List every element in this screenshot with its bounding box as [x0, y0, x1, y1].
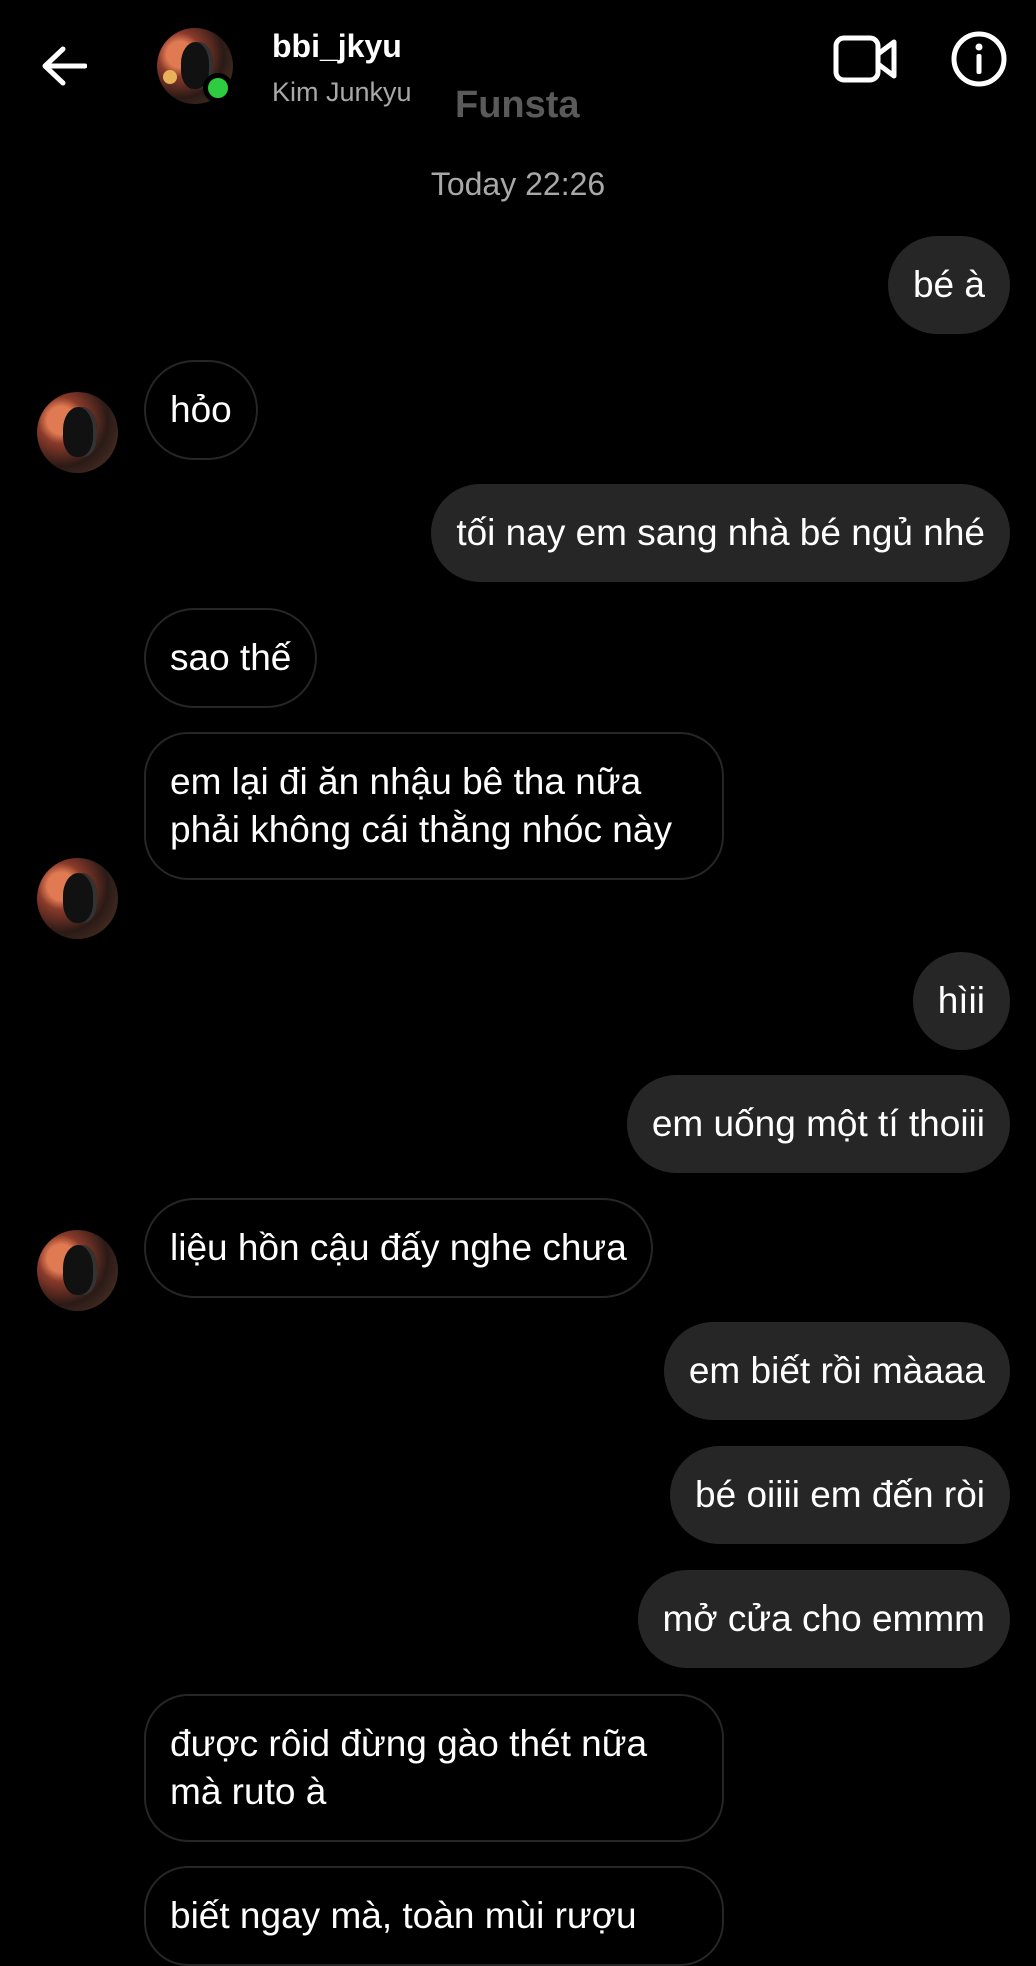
message-bubble-incoming[interactable]: sao thế	[144, 608, 318, 708]
message-bubble-outgoing[interactable]: em biết rồi màaaa	[663, 1322, 1010, 1420]
message-bubble-outgoing[interactable]: tối nay em sang nhà bé ngủ nhé	[431, 484, 1010, 582]
conversation-timestamp: Today 22:26	[430, 166, 606, 202]
online-status-dot	[203, 73, 233, 103]
message-bubble-outgoing[interactable]: bé oiiii em đến ròi	[670, 1446, 1010, 1544]
video-camera-icon	[833, 35, 897, 83]
message-bubble-outgoing[interactable]: hìii	[912, 952, 1010, 1050]
back-button[interactable]	[34, 30, 94, 102]
message-bubble-incoming[interactable]: liệu hồn cậu đấy nghe chưa	[144, 1198, 653, 1298]
message-bubble-incoming[interactable]: được rôid đừng gào thét nữa mà ruto à	[144, 1694, 724, 1842]
message-bubble-outgoing[interactable]: em uống một tí thoiii	[626, 1075, 1010, 1173]
message-bubble-incoming[interactable]: em lại đi ăn nhậu bê tha nữa phải không …	[144, 732, 724, 880]
sender-avatar[interactable]	[37, 392, 118, 473]
message-bubble-incoming[interactable]: hỏo	[144, 360, 258, 460]
info-button[interactable]	[950, 30, 1008, 88]
message-bubble-outgoing[interactable]: mở cửa cho emmm	[637, 1570, 1010, 1668]
video-call-button[interactable]	[832, 30, 898, 90]
info-icon	[951, 31, 1007, 87]
username[interactable]: bbi_jkyu	[272, 28, 402, 65]
sender-avatar[interactable]	[37, 1230, 118, 1311]
message-bubble-outgoing[interactable]: bé à	[887, 236, 1010, 334]
chat-header: bbi_jkyu Kim Junkyu Funsta	[0, 0, 1036, 130]
watermark: Funsta	[455, 84, 580, 126]
message-bubble-incoming[interactable]: biết ngay mà, toàn mùi rượu	[144, 1866, 724, 1966]
full-name: Kim Junkyu	[272, 77, 412, 107]
sender-avatar[interactable]	[37, 858, 118, 939]
arrow-left-icon	[42, 46, 87, 86]
